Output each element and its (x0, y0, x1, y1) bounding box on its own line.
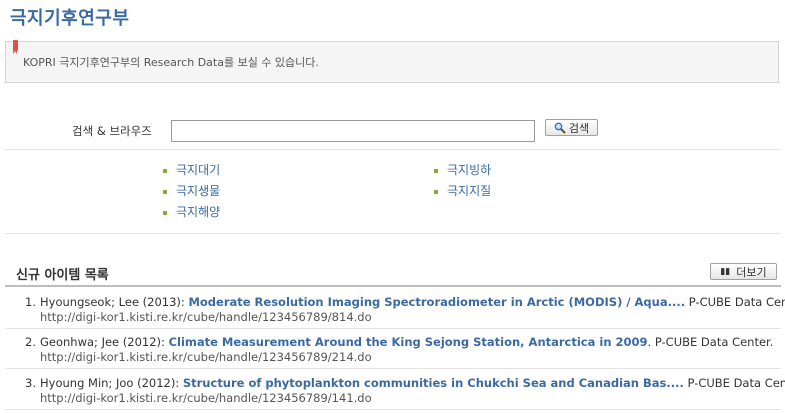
category-list-right: 극지빙하 극지지질 (434, 160, 491, 202)
notice-text: KOPRI 극지기후연구부의 Research Data를 보실 수 있습니다. (23, 56, 319, 69)
item-url: http://digi-kor1.kisti.re.kr/cube/handle… (40, 350, 372, 364)
category-item[interactable]: 극지생물 (163, 181, 220, 202)
bullet-icon (434, 169, 438, 173)
item-authors: Hyoungseok; Lee (2013): (40, 295, 185, 309)
search-button[interactable]: 검색 (545, 119, 598, 136)
item-publisher: P-CUBE Data Center. (687, 376, 785, 390)
more-button-label: 더보기 (736, 265, 767, 279)
item-number: 1. (25, 295, 36, 309)
item-authors: Geonhwa; Jee (2012): (40, 335, 165, 349)
category-label: 극지생물 (176, 184, 221, 198)
item-title-link[interactable]: Climate Measurement Around the King Sejo… (169, 335, 648, 349)
list-item: 1. Hyoungseok; Lee (2013): Moderate Reso… (5, 289, 785, 329)
category-label: 극지지질 (447, 184, 492, 198)
category-item[interactable]: 극지대기 (163, 160, 220, 181)
section-title: 신규 아이템 목록 (16, 268, 109, 283)
section-rule (5, 285, 781, 287)
list-item: 2. Geonhwa; Jee (2012): Climate Measurem… (5, 329, 781, 369)
item-number: 2. (25, 335, 36, 349)
search-icon (554, 122, 566, 134)
category-item[interactable]: 극지빙하 (434, 160, 491, 181)
bookmark-icon (13, 40, 18, 54)
divider (5, 149, 781, 150)
bullet-icon (163, 211, 167, 215)
category-list-left: 극지대기 극지생물 극지해양 (163, 160, 220, 223)
bullet-icon (163, 190, 167, 194)
search-input[interactable] (171, 120, 535, 142)
item-url: http://digi-kor1.kisti.re.kr/cube/handle… (40, 310, 372, 324)
bullet-icon (163, 169, 167, 173)
page-title: 극지기후연구부 (10, 8, 130, 29)
item-title-link[interactable]: Structure of phytoplankton communities i… (183, 376, 684, 390)
list-item: 3. Hyoung Min; Joo (2012): Structure of … (5, 370, 785, 410)
notice-box: KOPRI 극지기후연구부의 Research Data를 보실 수 있습니다. (5, 40, 779, 83)
category-label: 극지대기 (176, 163, 221, 177)
more-button[interactable]: ▮▮ 더보기 (710, 263, 777, 280)
category-label: 극지빙하 (447, 163, 492, 177)
item-title-link[interactable]: Moderate Resolution Imaging Spectroradio… (188, 295, 685, 309)
category-item[interactable]: 극지해양 (163, 202, 220, 223)
item-url: http://digi-kor1.kisti.re.kr/cube/handle… (40, 391, 372, 405)
search-button-label: 검색 (568, 121, 590, 135)
item-authors: Hyoung Min; Joo (2012): (40, 376, 180, 390)
binoculars-icon: ▮▮ (720, 266, 731, 277)
bullet-icon (434, 190, 438, 194)
item-number: 3. (25, 376, 36, 390)
category-label: 극지해양 (176, 205, 221, 219)
category-item[interactable]: 극지지질 (434, 181, 491, 202)
item-publisher: . P-CUBE Data Center. (647, 335, 774, 349)
item-publisher: P-CUBE Data Center. (688, 295, 785, 309)
divider (5, 233, 781, 234)
search-label: 검색 & 브라우즈 (72, 124, 152, 138)
